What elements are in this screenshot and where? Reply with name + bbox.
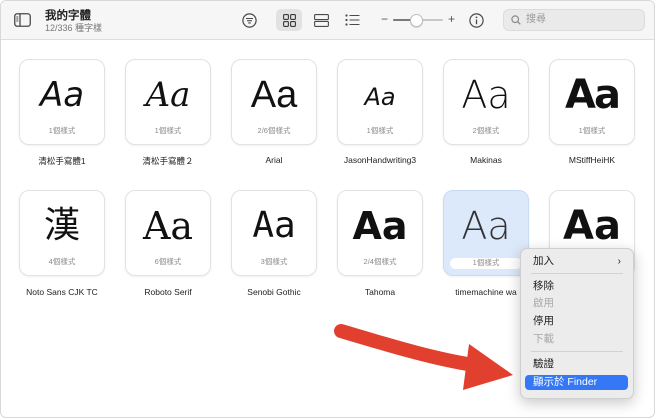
font-card[interactable]: Aa 2/4個樣式: [337, 190, 423, 276]
menu-item-disable[interactable]: 停用: [525, 314, 628, 329]
list-view-button[interactable]: [339, 9, 365, 31]
font-card[interactable]: Aa 2個樣式: [443, 59, 529, 145]
menu-item-add[interactable]: 加入 ›: [525, 254, 628, 269]
font-sample: 漢: [43, 205, 80, 246]
toolbar: 我的字體 12/336 種字樣 − +: [1, 1, 654, 40]
style-count: 2/6個樣式: [257, 126, 291, 135]
style-count: 1個樣式: [472, 258, 500, 267]
zoom-out-icon[interactable]: −: [381, 12, 388, 26]
style-count: 1個樣式: [48, 126, 76, 135]
style-count: 1個樣式: [366, 126, 394, 135]
style-count: 1個樣式: [578, 126, 606, 135]
grid-view-button[interactable]: [276, 9, 302, 31]
zoom-in-icon[interactable]: +: [448, 12, 455, 26]
window-subtitle: 12/336 種字樣: [45, 23, 103, 33]
zoom-slider-knob[interactable]: [410, 14, 423, 27]
font-name: 清松手寫體２: [142, 156, 194, 166]
font-sample: Aa: [352, 204, 408, 248]
filter-icon[interactable]: [240, 11, 258, 29]
font-sample: Aa: [250, 74, 298, 116]
strips-icon: [313, 13, 329, 27]
font-sample: Aa: [252, 205, 296, 246]
menu-item-show-in-finder[interactable]: 顯示於 Finder: [525, 375, 628, 390]
info-icon[interactable]: [467, 11, 485, 29]
font-card[interactable]: Aa 6個樣式: [125, 190, 211, 276]
font-sample: Aa: [364, 83, 396, 111]
strip-view-button[interactable]: [308, 9, 334, 31]
search-input[interactable]: [524, 13, 643, 26]
style-count: 2/4個樣式: [363, 257, 397, 266]
font-name: 清松手寫體1: [38, 156, 86, 166]
font-name: Tahoma: [364, 287, 396, 297]
font-card[interactable]: Aa 2/6個樣式: [231, 59, 317, 145]
font-card[interactable]: Aa 1個樣式: [337, 59, 423, 145]
sidebar-toggle-icon[interactable]: [13, 12, 31, 28]
font-sample: Aa: [145, 75, 191, 115]
style-count: 2個樣式: [472, 126, 500, 135]
search-icon: [511, 15, 521, 25]
style-count: 6個樣式: [154, 257, 182, 266]
font-card[interactable]: Aa 1個樣式: [125, 59, 211, 145]
font-sample: Aa: [563, 203, 621, 249]
font-book-window: 我的字體 12/336 種字樣 − + Aa: [0, 0, 655, 418]
font-name: JasonHandwriting3: [343, 155, 417, 165]
font-name: Arial: [265, 155, 283, 165]
grid-icon: [282, 13, 296, 27]
menu-item-validate[interactable]: 驗證: [525, 357, 628, 372]
font-sample: Aa: [565, 72, 621, 118]
context-menu: 加入 › 移除 啟用 停用 下載 驗證 顯示於 Finder: [520, 248, 634, 399]
font-name: MStiffHeiHK: [568, 155, 616, 165]
list-icon: [344, 14, 359, 26]
font-card[interactable]: 漢 4個樣式: [19, 190, 105, 276]
style-count: 1個樣式: [154, 126, 182, 135]
font-name: Noto Sans CJK TC: [26, 287, 98, 297]
menu-item-remove[interactable]: 移除: [525, 279, 628, 294]
menu-item-download: 下載: [533, 333, 554, 345]
zoom-slider[interactable]: [393, 14, 443, 27]
menu-separator: [531, 351, 623, 352]
font-name: Senobi Gothic: [247, 287, 301, 297]
menu-item-label: 加入: [533, 255, 554, 267]
search-field[interactable]: [503, 9, 645, 31]
font-sample: Aa: [461, 73, 511, 117]
chevron-right-icon: ›: [617, 256, 621, 267]
font-card[interactable]: Aa 1個樣式: [549, 59, 635, 145]
font-sample: Aa: [142, 204, 194, 248]
menu-item-enable: 啟用: [533, 297, 554, 309]
font-sample: Aa: [461, 204, 511, 248]
font-name: Makinas: [470, 155, 502, 165]
font-sample: Aa: [39, 75, 85, 115]
style-count: 4個樣式: [48, 257, 76, 266]
font-card-selected[interactable]: Aa 1個樣式: [443, 190, 529, 276]
font-card[interactable]: Aa 1個樣式: [19, 59, 105, 145]
menu-separator: [531, 273, 623, 274]
font-name: Roboto Serif: [144, 287, 192, 297]
font-card[interactable]: Aa 3個樣式: [231, 190, 317, 276]
style-count: 3個樣式: [260, 257, 288, 266]
